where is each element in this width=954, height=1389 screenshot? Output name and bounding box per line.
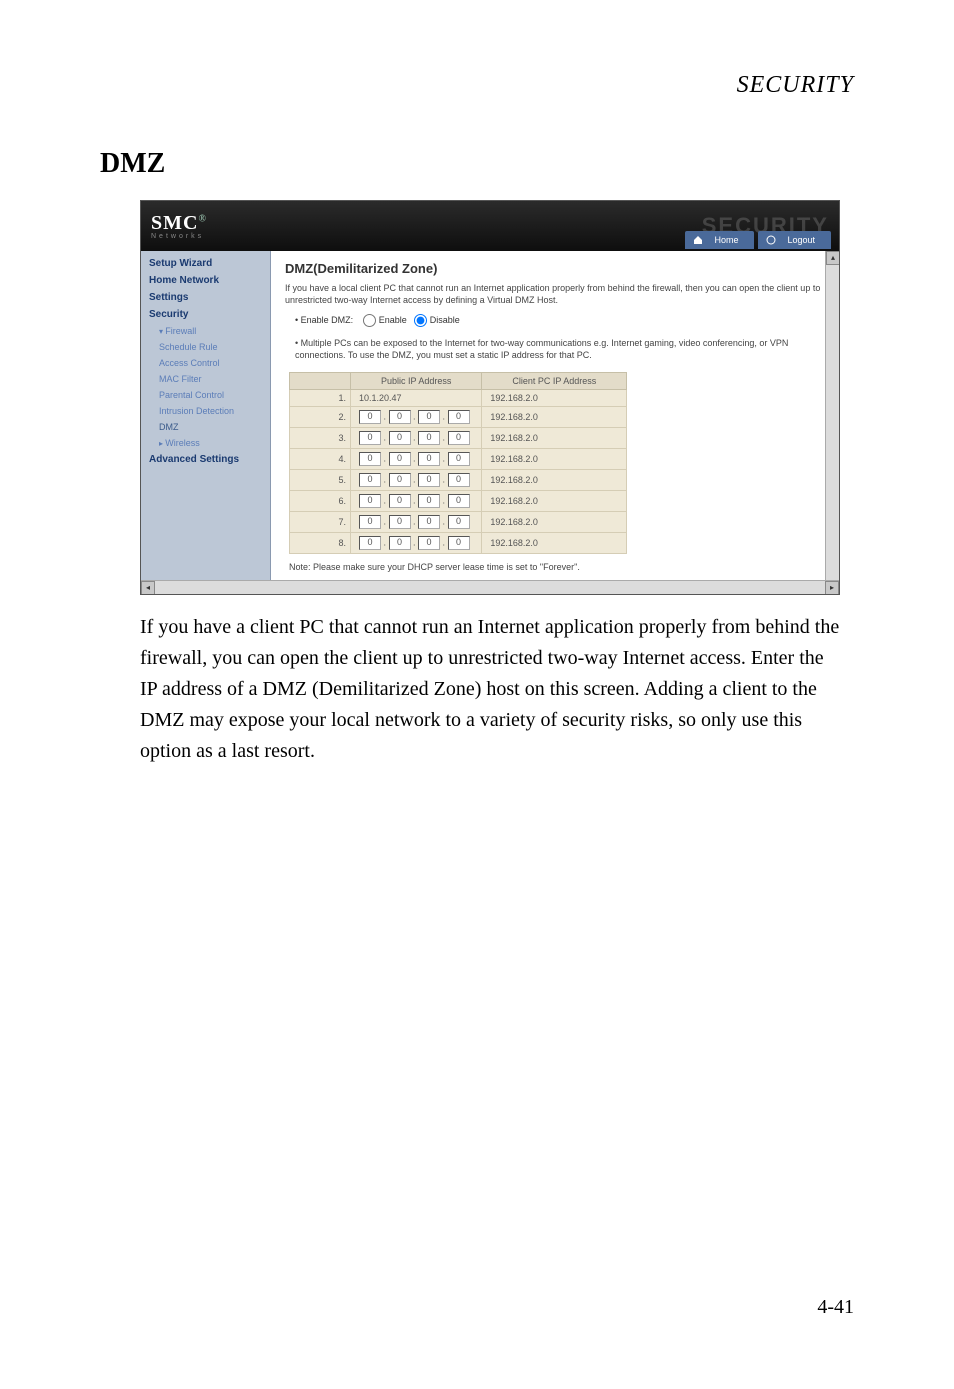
table-row: 8. 0 . 0 . 0 . 0 192.168.2.0	[290, 532, 627, 553]
page-header-category: SECURITY	[737, 72, 854, 99]
cli-ip-cell: 192.168.2.0	[482, 469, 627, 490]
enable-text: Enable	[379, 315, 407, 325]
home-icon	[693, 235, 703, 245]
vertical-scrollbar[interactable]: ▴	[825, 251, 839, 594]
enable-label: Enable DMZ:	[301, 315, 354, 325]
body-paragraph: If you have a client PC that cannot run …	[140, 612, 840, 767]
logout-link[interactable]: Logout	[758, 231, 831, 249]
col-num	[290, 372, 351, 389]
nav-parental-control[interactable]: Parental Control	[141, 387, 270, 403]
content-note: Note: Please make sure your DHCP server …	[289, 562, 825, 572]
cli-ip-cell: 192.168.2.0	[482, 511, 627, 532]
page-number: 4-41	[817, 1296, 854, 1319]
table-row: 6. 0 . 0 . 0 . 0 192.168.2.0	[290, 490, 627, 511]
nav-settings[interactable]: Settings	[141, 289, 270, 306]
pub-ip-cell: 0 . 0 . 0 . 0	[351, 490, 482, 511]
col-public: Public IP Address	[351, 372, 482, 389]
home-link[interactable]: Home	[685, 231, 754, 249]
nav-home-network[interactable]: Home Network	[141, 272, 270, 289]
scroll-left-icon[interactable]: ◂	[141, 581, 155, 595]
table-row: 4. 0 . 0 . 0 . 0 192.168.2.0	[290, 448, 627, 469]
table-row: 5. 0 . 0 . 0 . 0 192.168.2.0	[290, 469, 627, 490]
sidebar-nav: Setup Wizard Home Network Settings Secur…	[141, 251, 271, 594]
brand-block: SMC® Networks	[151, 212, 207, 240]
content-intro: If you have a local client PC that canno…	[285, 282, 825, 306]
enable-dmz-row: • Enable DMZ: Enable Disable	[295, 314, 825, 327]
brand-logo: SMC®	[151, 212, 207, 235]
enable-radio[interactable]	[363, 314, 376, 327]
nav-access-control[interactable]: Access Control	[141, 355, 270, 371]
top-links: Home Logout	[685, 231, 831, 249]
nav-wireless[interactable]: Wireless	[141, 435, 270, 451]
cli-ip-cell: 192.168.2.0	[482, 532, 627, 553]
nav-mac-filter[interactable]: MAC Filter	[141, 371, 270, 387]
nav-schedule-rule[interactable]: Schedule Rule	[141, 339, 270, 355]
nav-intrusion-detection[interactable]: Intrusion Detection	[141, 403, 270, 419]
nav-advanced-settings[interactable]: Advanced Settings	[141, 451, 270, 468]
cli-ip-cell: 192.168.2.0	[482, 427, 627, 448]
pub-ip-cell: 10.1.20.47	[351, 389, 482, 406]
table-row: 1. 10.1.20.47 192.168.2.0	[290, 389, 627, 406]
content-title: DMZ(Demilitarized Zone)	[285, 261, 825, 276]
nav-dmz[interactable]: DMZ	[141, 419, 270, 435]
pub-ip-cell: 0 . 0 . 0 . 0	[351, 448, 482, 469]
disable-radio[interactable]	[414, 314, 427, 327]
brand-sub: Networks	[151, 233, 207, 240]
cli-ip-cell: 192.168.2.0	[482, 490, 627, 511]
cli-ip-cell: 192.168.2.0	[482, 389, 627, 406]
pub-ip-cell: 0 . 0 . 0 . 0	[351, 532, 482, 553]
col-client: Client PC IP Address	[482, 372, 627, 389]
nav-firewall[interactable]: Firewall	[141, 323, 270, 339]
router-screenshot: SMC® Networks SECURITY Home Logout Setup…	[140, 200, 840, 595]
pub-ip-cell: 0 . 0 . 0 . 0	[351, 427, 482, 448]
scroll-up-icon[interactable]: ▴	[826, 251, 839, 265]
content-pane: DMZ(Demilitarized Zone) If you have a lo…	[271, 251, 839, 594]
table-row: 2. 0 . 0 . 0 . 0 192.168.2.0	[290, 406, 627, 427]
dmz-table: Public IP Address Client PC IP Address 1…	[289, 372, 627, 554]
logout-icon	[766, 235, 776, 245]
table-row: 7. 0 . 0 . 0 . 0 192.168.2.0	[290, 511, 627, 532]
nav-setup-wizard[interactable]: Setup Wizard	[141, 255, 270, 272]
pub-ip-cell: 0 . 0 . 0 . 0	[351, 511, 482, 532]
screenshot-topbar: SMC® Networks SECURITY Home Logout	[141, 201, 839, 251]
nav-security[interactable]: Security	[141, 306, 270, 323]
content-bullet: Multiple PCs can be exposed to the Inter…	[295, 337, 825, 361]
scroll-right-icon[interactable]: ▸	[825, 581, 839, 595]
disable-text: Disable	[430, 315, 460, 325]
cli-ip-cell: 192.168.2.0	[482, 448, 627, 469]
pub-ip-cell: 0 . 0 . 0 . 0	[351, 406, 482, 427]
pub-ip-cell: 0 . 0 . 0 . 0	[351, 469, 482, 490]
section-title: DMZ	[100, 148, 165, 180]
horizontal-scrollbar[interactable]: ◂ ▸	[141, 580, 839, 594]
table-row: 3. 0 . 0 . 0 . 0 192.168.2.0	[290, 427, 627, 448]
cli-ip-cell: 192.168.2.0	[482, 406, 627, 427]
